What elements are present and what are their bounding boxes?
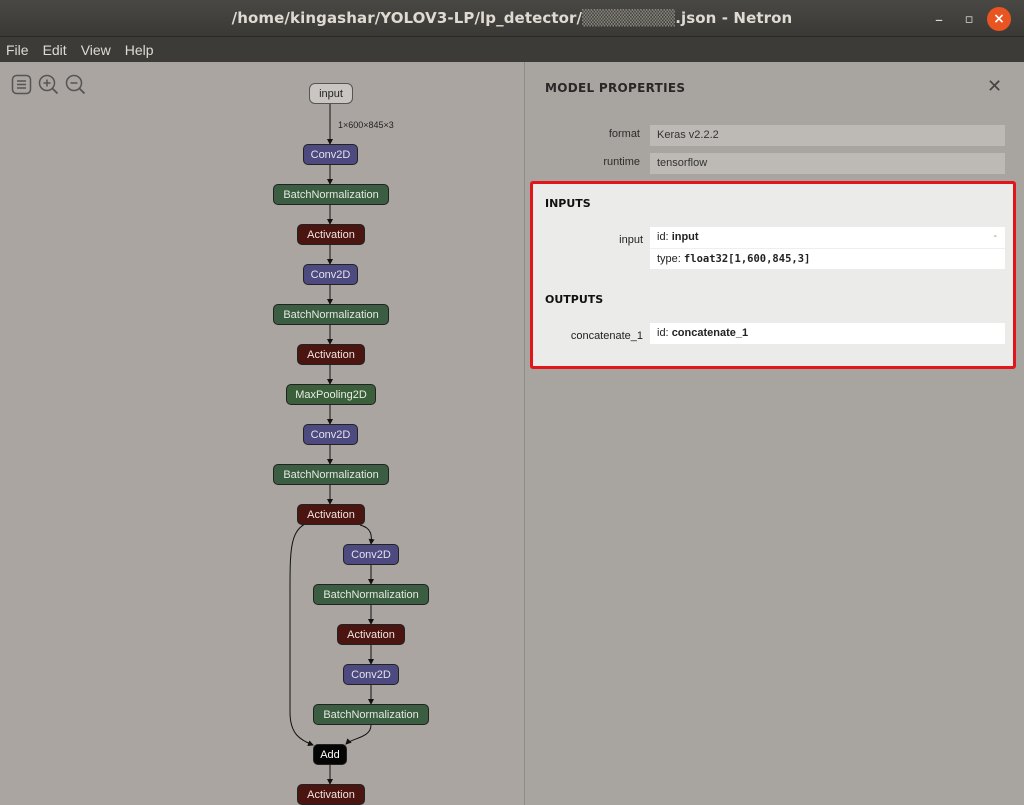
graph-node-conv2d[interactable]: Conv2D	[303, 144, 358, 165]
graph-node-conv2d[interactable]: Conv2D	[343, 544, 399, 565]
menu-file[interactable]: File	[6, 42, 29, 58]
graph-node-maxpooling2d[interactable]: MaxPooling2D	[286, 384, 376, 405]
graph-edges	[289, 104, 375, 785]
graph-node-activation[interactable]: Activation	[297, 504, 365, 525]
property-name-runtime: runtime	[603, 156, 640, 168]
graph-node-batchnorm[interactable]: BatchNormalization	[313, 584, 429, 605]
graph-node-conv2d[interactable]: Conv2D	[343, 664, 399, 685]
edge-shape-label: 1×600×845×3	[338, 120, 394, 130]
close-window-button[interactable]: ×	[987, 7, 1011, 31]
output-card[interactable]: id: concatenate_1	[650, 323, 1005, 344]
output-id-row: id: concatenate_1	[657, 327, 749, 339]
property-value-format: Keras v2.2.2	[650, 125, 1005, 146]
menu-view[interactable]: View	[81, 42, 111, 58]
output-id: concatenate_1	[671, 327, 749, 339]
title-bar: /home/kingashar/YOLOV3-LP/lp_detector/▒▒…	[0, 0, 1024, 37]
close-icon[interactable]: ✕	[987, 76, 1002, 97]
graph-node-batchnorm[interactable]: BatchNormalization	[273, 464, 389, 485]
minimize-button[interactable]: –	[928, 8, 950, 30]
input-name: input	[619, 234, 643, 246]
inputs-heading: INPUTS	[545, 197, 591, 210]
graph-node-conv2d[interactable]: Conv2D	[303, 264, 358, 285]
graph-canvas[interactable]: 1×600×845×3 input Conv2D BatchNormalizat…	[0, 62, 524, 805]
io-highlight-box: INPUTS input id: input - type: float32[1…	[530, 181, 1016, 369]
graph-node-activation[interactable]: Activation	[297, 784, 365, 805]
outputs-heading: OUTPUTS	[545, 293, 604, 306]
sidebar-title: MODEL PROPERTIES	[545, 81, 686, 95]
maximize-button[interactable]: ▫	[958, 8, 980, 30]
expand-toggle[interactable]: -	[993, 230, 997, 242]
menu-help[interactable]: Help	[125, 42, 154, 58]
input-type: float32[1,600,845,3]	[683, 253, 811, 265]
graph-node-batchnorm[interactable]: BatchNormalization	[313, 704, 429, 725]
graph-node-add[interactable]: Add	[313, 744, 347, 765]
graph-node-activation[interactable]: Activation	[297, 224, 365, 245]
input-id-row: id: input -	[657, 230, 997, 243]
input-id: input	[671, 231, 699, 243]
property-name-format: format	[608, 128, 640, 140]
input-card[interactable]: id: input - type: float32[1,600,845,3]	[650, 227, 1005, 269]
graph-node-activation[interactable]: Activation	[337, 624, 405, 645]
model-properties-sidebar: MODEL PROPERTIES ✕ format Keras v2.2.2 r…	[524, 62, 1024, 805]
graph-node-batchnorm[interactable]: BatchNormalization	[273, 304, 389, 325]
menu-edit[interactable]: Edit	[43, 42, 67, 58]
window-title: /home/kingashar/YOLOV3-LP/lp_detector/▒▒…	[231, 9, 793, 27]
graph-node-conv2d[interactable]: Conv2D	[303, 424, 358, 445]
graph-node-batchnorm[interactable]: BatchNormalization	[273, 184, 389, 205]
graph-node-input[interactable]: input	[309, 83, 353, 104]
input-type-row: type: float32[1,600,845,3]	[650, 248, 1005, 269]
output-name: concatenate_1	[570, 330, 643, 342]
property-value-runtime: tensorflow	[650, 153, 1005, 174]
graph-node-activation[interactable]: Activation	[297, 344, 365, 365]
menu-bar: File Edit View Help	[0, 37, 1024, 62]
